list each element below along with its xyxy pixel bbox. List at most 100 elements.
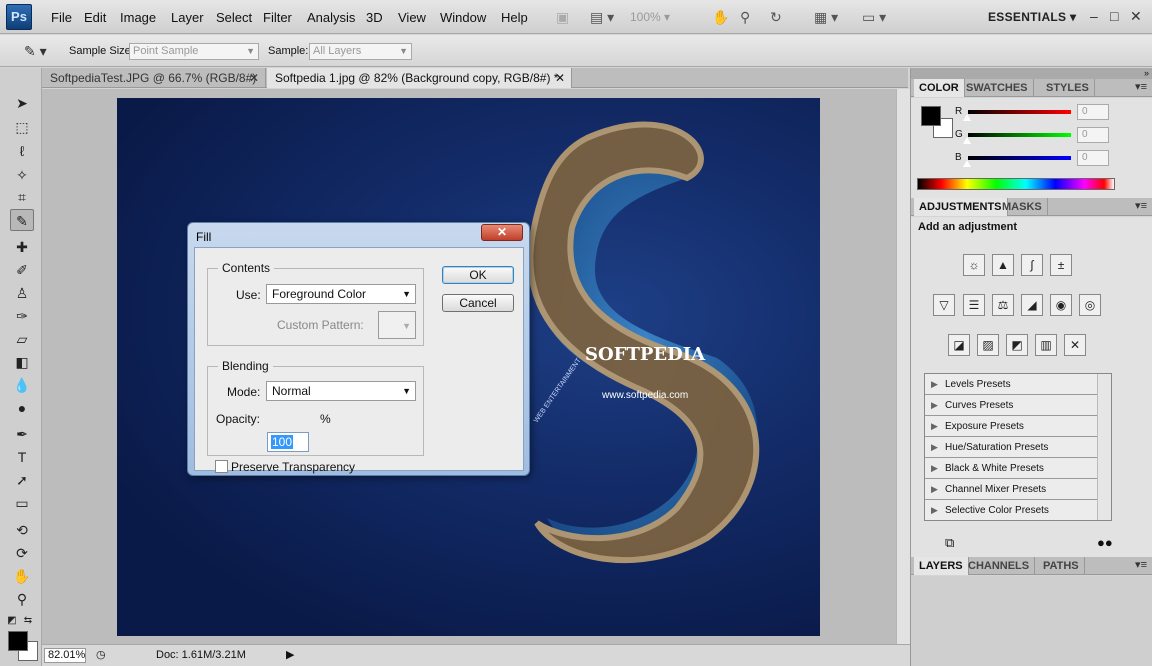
color-spectrum-ramp[interactable] [917,178,1115,190]
quick-selection-tool-icon[interactable]: ✧ [10,164,34,186]
marquee-tool-icon[interactable]: ⬚ [10,116,34,138]
move-tool-icon[interactable]: ➤ [10,92,34,114]
bridge-icon[interactable]: ▣ [556,7,569,27]
menu-file[interactable]: File [51,10,72,25]
invert-icon[interactable]: ◪ [948,334,970,356]
hue-saturation-icon[interactable]: ☰ [963,294,985,316]
blue-slider-thumb[interactable] [963,160,971,167]
tab-swatches[interactable]: SWATCHES [961,79,1034,97]
dodge-tool-icon[interactable]: ● [10,397,34,419]
opacity-input[interactable]: 100 [267,432,309,452]
pen-tool-icon[interactable]: ✒ [10,423,34,445]
collapse-panels-icon[interactable]: » [911,68,1152,79]
red-value[interactable]: 0 [1077,104,1109,120]
use-select[interactable]: Foreground Color ▼ [266,284,416,304]
swap-colors-icon[interactable]: ⇆ [22,610,34,632]
crop-tool-icon[interactable]: ⌗ [10,186,34,208]
tab-styles[interactable]: STYLES [1041,79,1095,97]
green-slider[interactable] [968,133,1071,137]
menu-analysis[interactable]: Analysis [307,10,355,25]
hand-tool-icon[interactable]: ✋ [10,565,34,587]
green-value[interactable]: 0 [1077,127,1109,143]
3d-rotate-tool-icon[interactable]: ⟲ [10,519,34,541]
blue-slider[interactable] [968,156,1071,160]
custom-pattern-picker[interactable]: ▼ [378,311,416,339]
preset-item[interactable]: ▶ Channel Mixer Presets [925,479,1097,500]
threshold-icon[interactable]: ◩ [1006,334,1028,356]
posterize-icon[interactable]: ▨ [977,334,999,356]
extras-icon[interactable]: ▤ ▾ [590,7,614,27]
rotate-view-icon[interactable]: ↻ [770,7,782,27]
tab-color[interactable]: COLOR [914,79,965,97]
menu-help[interactable]: Help [501,10,528,25]
red-slider-thumb[interactable] [963,114,971,121]
default-colors-icon[interactable]: ◩ [6,610,18,632]
sample-select[interactable]: All Layers ▼ [309,43,412,60]
preset-item[interactable]: ▶ Levels Presets [925,374,1097,395]
color-foreground-swatch[interactable] [921,106,941,126]
clone-stamp-tool-icon[interactable]: ♙ [10,282,34,304]
ok-button[interactable]: OK [442,266,514,284]
path-selection-tool-icon[interactable]: ➚ [10,469,34,491]
tab-adjustments[interactable]: ADJUSTMENTS [914,198,1008,216]
menu-image[interactable]: Image [120,10,156,25]
lasso-tool-icon[interactable]: ℓ [10,140,34,162]
red-slider[interactable] [968,110,1071,114]
close-button[interactable]: ✕ [1130,8,1142,25]
3d-orbit-tool-icon[interactable]: ⟳ [10,542,34,564]
green-slider-thumb[interactable] [963,137,971,144]
tab-softpedia-1[interactable]: Softpedia 1.jpg @ 82% (Background copy, … [267,68,572,88]
blur-tool-icon[interactable]: 💧 [10,374,34,396]
gradient-map-icon[interactable]: ▥ [1035,334,1057,356]
brush-tool-icon[interactable]: ✐ [10,259,34,281]
menu-layer[interactable]: Layer [171,10,204,25]
zoom-combo[interactable]: 100% ▾ [630,8,690,26]
preset-item[interactable]: ▶ Exposure Presets [925,416,1097,437]
status-menu-arrow-icon[interactable]: ▶ [286,648,294,661]
tab-paths[interactable]: PATHS [1038,557,1085,575]
zoom-level-field[interactable]: 82.01% [44,648,86,663]
eraser-tool-icon[interactable]: ▱ [10,328,34,350]
history-brush-tool-icon[interactable]: ✑ [10,305,34,327]
tab-masks[interactable]: MASKS [997,198,1048,216]
exposure-icon[interactable]: ± [1050,254,1072,276]
presets-scrollbar[interactable] [1097,374,1111,520]
panel-menu-icon[interactable]: ▾≡ [1135,199,1147,212]
selective-color-icon[interactable]: ✕ [1064,334,1086,356]
arrange-documents-icon[interactable]: ▦ ▾ [814,7,838,27]
hand-icon[interactable]: ✋ [712,7,729,27]
eyedropper-preset-icon[interactable]: ✎ ▾ [24,41,47,61]
preset-item[interactable]: ▶ Black & White Presets [925,458,1097,479]
photo-filter-icon[interactable]: ◉ [1050,294,1072,316]
brightness-contrast-icon[interactable]: ☼ [963,254,985,276]
black-white-icon[interactable]: ◢ [1021,294,1043,316]
foreground-color-swatch[interactable] [8,631,28,651]
panel-menu-icon[interactable]: ▾≡ [1135,558,1147,571]
zoom-tool-icon[interactable]: ⚲ [10,588,34,610]
gradient-tool-icon[interactable]: ◧ [10,351,34,373]
workspace-switcher[interactable]: ESSENTIALS ▾ [988,10,1076,24]
tab-softpediatest[interactable]: SoftpediaTest.JPG @ 66.7% (RGB/8#) ✕ [42,68,266,88]
close-tab-icon[interactable]: ✕ [249,68,259,88]
vertical-scrollbar[interactable] [896,89,910,644]
preserve-transparency-checkbox[interactable] [215,460,228,473]
panel-menu-icon[interactable]: ▾≡ [1135,80,1147,93]
eyedropper-tool-icon[interactable]: ✎ [10,209,34,231]
restore-button[interactable]: □ [1110,8,1118,24]
clip-to-layer-icon[interactable]: ⧉ [945,535,954,551]
type-tool-icon[interactable]: T [10,446,34,468]
cancel-button[interactable]: Cancel [442,294,514,312]
menu-edit[interactable]: Edit [84,10,106,25]
minimize-button[interactable]: – [1090,8,1098,24]
menu-select[interactable]: Select [216,10,252,25]
healing-brush-tool-icon[interactable]: ✚ [10,236,34,258]
zoom-icon[interactable]: ⚲ [740,7,750,27]
menu-3d[interactable]: 3D [366,10,383,25]
status-icon[interactable]: ◷ [96,648,106,661]
tab-layers[interactable]: LAYERS [914,557,969,575]
preset-item[interactable]: ▶ Hue/Saturation Presets [925,437,1097,458]
preset-item[interactable]: ▶ Curves Presets [925,395,1097,416]
menu-filter[interactable]: Filter [263,10,292,25]
levels-icon[interactable]: ▲ [992,254,1014,276]
blue-value[interactable]: 0 [1077,150,1109,166]
